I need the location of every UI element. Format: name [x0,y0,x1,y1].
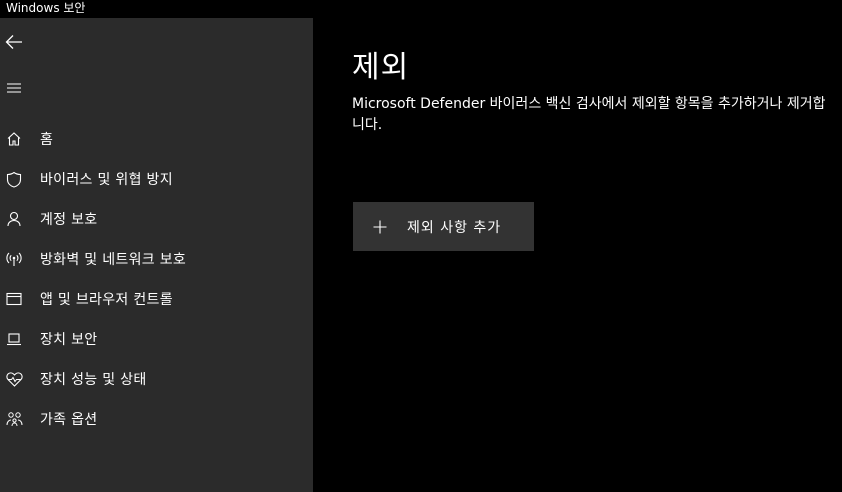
heart-pulse-icon [0,371,28,387]
back-button[interactable] [2,30,26,54]
wifi-antenna-icon [0,251,28,267]
shield-icon [0,171,28,188]
app-window-icon [0,292,28,306]
plus-icon [371,220,389,234]
sidebar: 홈 바이러스 및 위협 방지 계정 보호 방화벽 및 네트워크 보호 앱 및 브… [0,18,313,492]
nav-list: 홈 바이러스 및 위협 방지 계정 보호 방화벽 및 네트워크 보호 앱 및 브… [0,119,313,439]
sidebar-item-label: 방화벽 및 네트워크 보호 [40,252,187,268]
sidebar-item-label: 계정 보호 [40,212,98,228]
sidebar-item-account-protection[interactable]: 계정 보호 [0,199,313,239]
sidebar-item-home[interactable]: 홈 [0,119,313,159]
back-arrow-icon [5,35,22,49]
page-title: 제외 [352,50,410,85]
sidebar-item-device-performance[interactable]: 장치 성능 및 상태 [0,359,313,399]
add-exclusion-label: 제외 사항 추가 [407,219,502,236]
family-icon [0,411,28,427]
hamburger-icon [7,83,21,93]
sidebar-item-family-options[interactable]: 가족 옵션 [0,399,313,439]
add-exclusion-button[interactable]: 제외 사항 추가 [353,202,534,251]
sidebar-item-label: 홈 [40,132,54,148]
laptop-icon [0,332,28,346]
menu-button[interactable] [2,76,26,100]
sidebar-item-app-browser-control[interactable]: 앱 및 브라우저 컨트롤 [0,279,313,319]
sidebar-item-firewall[interactable]: 방화벽 및 네트워크 보호 [0,239,313,279]
page-description: Microsoft Defender 바이러스 백신 검사에서 제외할 항목을 … [352,96,826,133]
home-icon [0,131,28,147]
title-bar: Windows 보안 [0,0,842,18]
sidebar-item-device-security[interactable]: 장치 보안 [0,319,313,359]
main-content: 제외 Microsoft Defender 바이러스 백신 검사에서 제외할 항… [313,18,842,492]
sidebar-item-label: 장치 성능 및 상태 [40,372,147,388]
person-icon [0,211,28,227]
sidebar-item-label: 장치 보안 [40,332,98,348]
sidebar-item-virus-protection[interactable]: 바이러스 및 위협 방지 [0,159,313,199]
sidebar-item-label: 바이러스 및 위협 방지 [40,172,173,188]
sidebar-item-label: 가족 옵션 [40,412,98,428]
sidebar-item-label: 앱 및 브라우저 컨트롤 [40,292,173,308]
window-title: Windows 보안 [6,1,86,15]
